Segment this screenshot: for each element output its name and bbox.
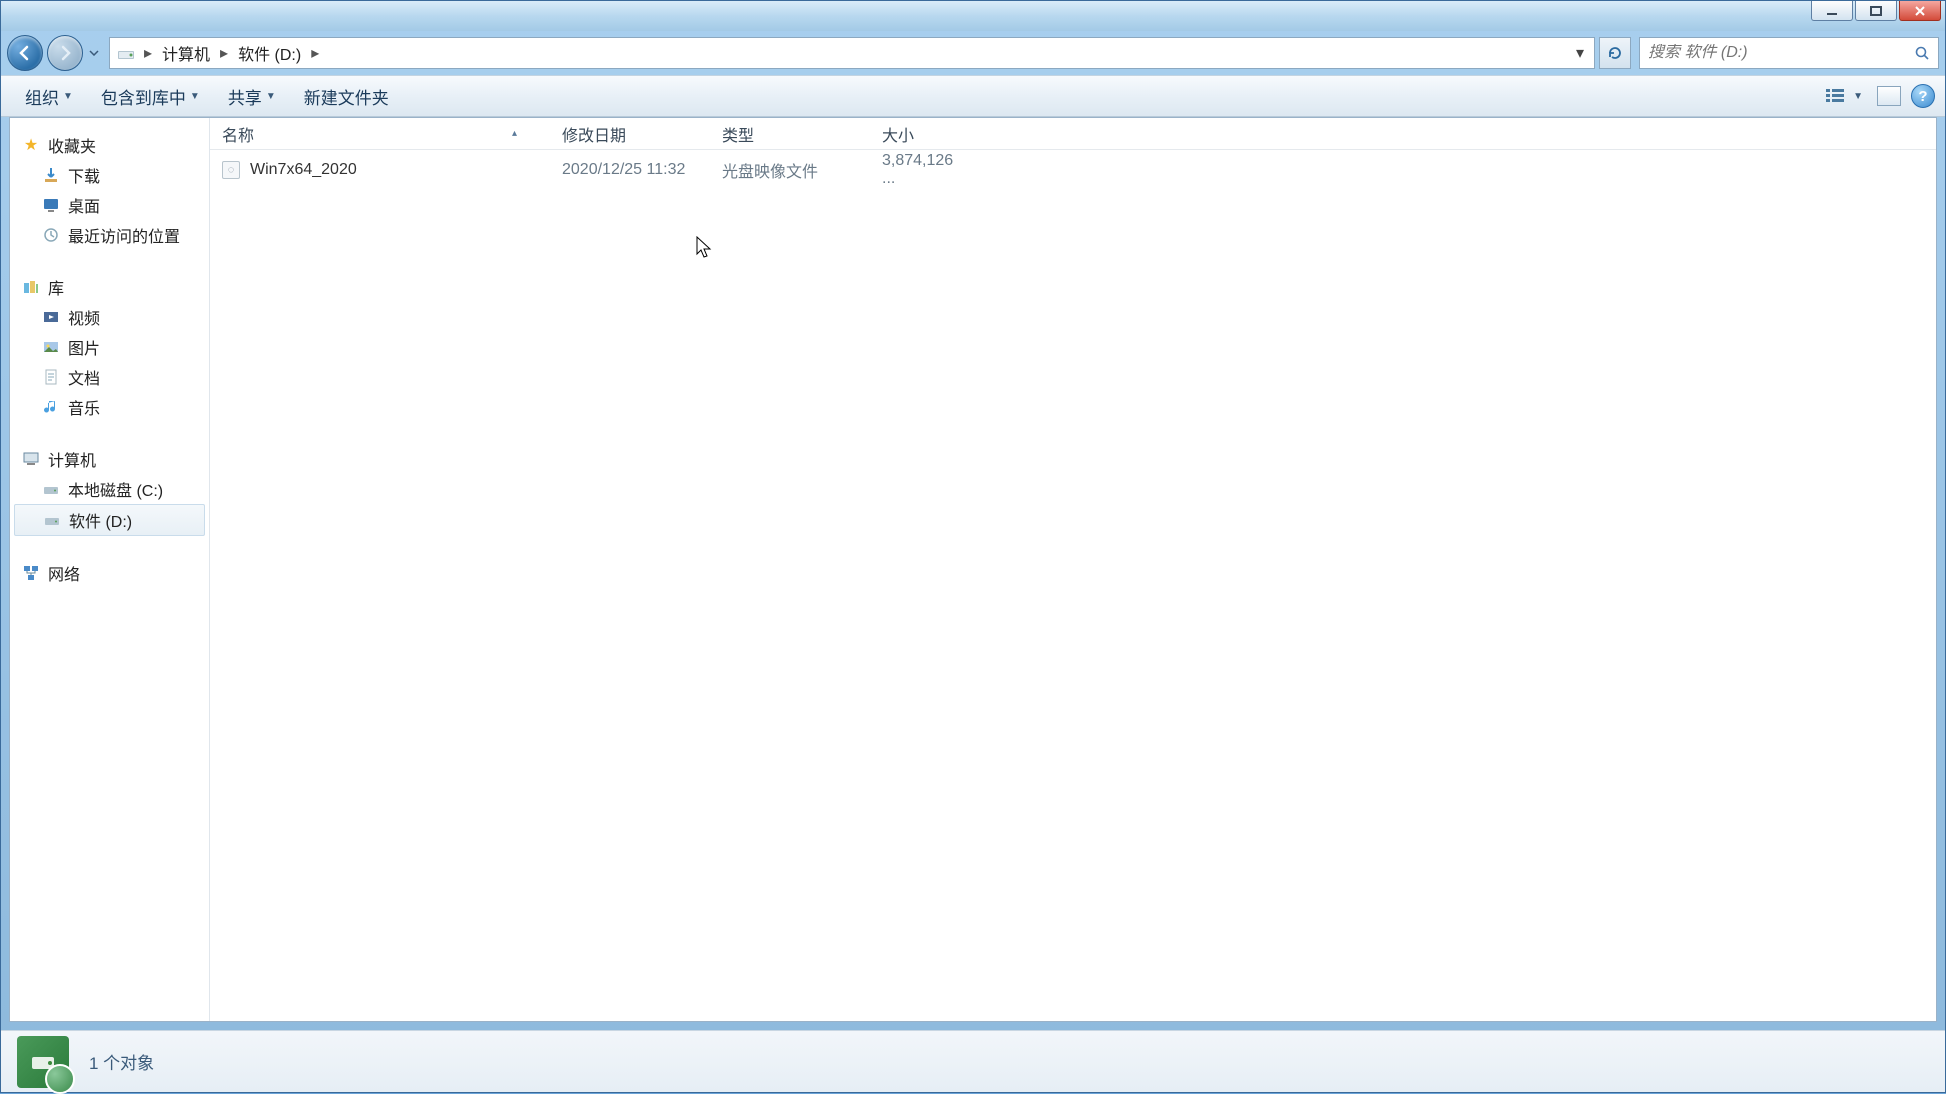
view-options-button[interactable]: ▼ <box>1821 83 1867 109</box>
forward-button[interactable] <box>47 35 83 71</box>
drive-status-icon <box>17 1036 69 1088</box>
help-button[interactable]: ? <box>1911 84 1935 108</box>
sidebar-item-documents[interactable]: 文档 <box>10 362 209 392</box>
sidebar-item-videos[interactable]: 视频 <box>10 302 209 332</box>
video-icon <box>42 308 60 326</box>
status-text: 1 个对象 <box>89 1049 154 1074</box>
maximize-button[interactable] <box>1855 1 1897 21</box>
preview-pane-button[interactable] <box>1877 86 1901 106</box>
column-type[interactable]: 类型 <box>710 118 870 149</box>
pictures-icon <box>42 338 60 356</box>
sidebar-item-recent[interactable]: 最近访问的位置 <box>10 220 209 250</box>
sidebar-item-music[interactable]: 音乐 <box>10 392 209 422</box>
column-size[interactable]: 大小 <box>870 118 980 149</box>
sidebar-computer[interactable]: 计算机 <box>10 444 209 474</box>
address-dropdown[interactable]: ▾ <box>1568 43 1592 63</box>
iso-file-icon: ◌ <box>222 161 240 179</box>
search-box[interactable] <box>1639 37 1939 69</box>
toolbar: 组织▼ 包含到库中▼ 共享▼ 新建文件夹 ▼ ? <box>1 75 1945 117</box>
navigation-row: ▸ 计算机 ▸ 软件 (D:) ▸ ▾ <box>1 31 1945 75</box>
titlebar[interactable] <box>1 1 1945 31</box>
search-icon[interactable] <box>1914 45 1930 61</box>
sidebar-item-drive-d[interactable]: 软件 (D:) <box>14 504 205 536</box>
breadcrumb-separator[interactable]: ▸ <box>140 43 156 63</box>
drive-icon <box>42 480 60 498</box>
navigation-pane: ★ 收藏夹 下载 桌面 最近访问的位置 <box>10 118 210 1021</box>
documents-icon <box>42 368 60 386</box>
breadcrumb-computer[interactable]: 计算机 <box>156 38 216 68</box>
breadcrumb-current[interactable]: 软件 (D:) <box>232 38 307 68</box>
explorer-window: ▸ 计算机 ▸ 软件 (D:) ▸ ▾ 组织▼ 包含到库中▼ 共享▼ 新建文件夹 <box>0 0 1946 1093</box>
drive-icon <box>116 43 136 63</box>
content-pane: 名称 ▴ 修改日期 类型 大小 ◌ Win7x64_2020 2020/12/2… <box>210 118 1936 1021</box>
share-menu[interactable]: 共享▼ <box>214 76 290 116</box>
network-icon <box>22 564 40 582</box>
file-name: Win7x64_2020 <box>250 161 357 179</box>
file-row[interactable]: ◌ Win7x64_2020 2020/12/25 11:32 光盘映像文件 3… <box>210 154 1936 186</box>
minimize-button[interactable] <box>1811 1 1853 21</box>
drive-icon <box>43 511 61 529</box>
search-input[interactable] <box>1648 44 1914 62</box>
sidebar-item-desktop[interactable]: 桌面 <box>10 190 209 220</box>
refresh-button[interactable] <box>1599 37 1631 69</box>
sidebar-item-pictures[interactable]: 图片 <box>10 332 209 362</box>
sidebar-item-drive-c[interactable]: 本地磁盘 (C:) <box>10 474 209 504</box>
organize-menu[interactable]: 组织▼ <box>11 76 87 116</box>
column-date[interactable]: 修改日期 <box>550 118 710 149</box>
column-name[interactable]: 名称 ▴ <box>210 118 550 149</box>
sidebar-libraries[interactable]: 库 <box>10 272 209 302</box>
recent-icon <box>42 226 60 244</box>
include-in-library-menu[interactable]: 包含到库中▼ <box>87 76 214 116</box>
file-type: 光盘映像文件 <box>710 158 870 182</box>
address-bar[interactable]: ▸ 计算机 ▸ 软件 (D:) ▸ ▾ <box>109 37 1595 69</box>
new-folder-button[interactable]: 新建文件夹 <box>290 76 403 116</box>
breadcrumb-separator[interactable]: ▸ <box>307 43 323 63</box>
back-button[interactable] <box>7 35 43 71</box>
sidebar-network[interactable]: 网络 <box>10 558 209 588</box>
column-headers: 名称 ▴ 修改日期 类型 大小 <box>210 118 1936 150</box>
library-icon <box>22 278 40 296</box>
file-size: 3,874,126 ... <box>870 152 980 188</box>
computer-icon <box>22 450 40 468</box>
close-button[interactable] <box>1899 1 1941 21</box>
sidebar-favorites[interactable]: ★ 收藏夹 <box>10 130 209 160</box>
status-bar: 1 个对象 <box>1 1030 1945 1092</box>
music-icon <box>42 398 60 416</box>
sidebar-item-downloads[interactable]: 下载 <box>10 160 209 190</box>
sort-indicator-icon: ▴ <box>512 128 517 139</box>
file-list[interactable]: ◌ Win7x64_2020 2020/12/25 11:32 光盘映像文件 3… <box>210 150 1936 1021</box>
desktop-icon <box>42 196 60 214</box>
nav-history-dropdown[interactable] <box>87 37 101 69</box>
breadcrumb-separator[interactable]: ▸ <box>216 43 232 63</box>
downloads-icon <box>42 166 60 184</box>
file-date: 2020/12/25 11:32 <box>550 161 710 179</box>
star-icon: ★ <box>22 136 40 154</box>
